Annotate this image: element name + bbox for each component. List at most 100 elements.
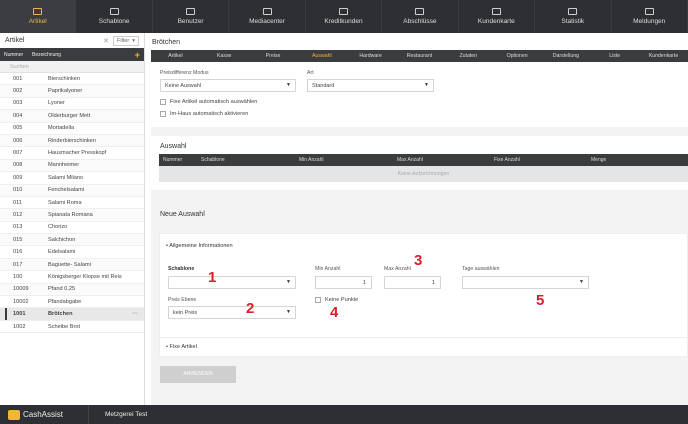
marker-1: 1 <box>208 269 217 286</box>
store-name[interactable]: Metzgerei Test <box>88 405 147 424</box>
nav-label: Schablone <box>98 18 130 25</box>
list-item[interactable]: 001 Bierschinken <box>0 73 144 86</box>
checkbox-box <box>160 99 166 105</box>
tab-preise[interactable]: Preise <box>249 50 298 62</box>
tab-kasse[interactable]: Kasse <box>200 50 249 62</box>
list-item[interactable]: 009 Salami Milano <box>0 172 144 185</box>
list-item[interactable]: 013 Chorizo <box>0 222 144 235</box>
th-min: Min Anzahl <box>299 157 324 163</box>
keine-punkte-label: Keine Punkte <box>325 297 359 303</box>
nav-schablone[interactable]: Schablone <box>76 0 153 33</box>
item-name: Pfand 0,25 <box>48 286 76 293</box>
tab-artikel[interactable]: Artikel <box>151 50 200 62</box>
list-item[interactable]: 003 Lyoner <box>0 98 144 111</box>
nav-artikel[interactable]: Artikel <box>0 0 77 33</box>
list-item[interactable]: 012 Spianata Romana <box>0 209 144 222</box>
add-article-icon[interactable]: + <box>135 50 140 60</box>
item-name: Scheibe Brot <box>48 323 81 330</box>
nav-label: Kreditkunden <box>324 18 363 25</box>
nav-benutzer[interactable]: Benutzer <box>153 0 230 33</box>
list-item[interactable]: 017 Baguette- Salami <box>0 258 144 272</box>
max-input[interactable]: 1 <box>384 276 441 289</box>
fixe-auto-label: Fixe Artikel automatisch auswählen <box>170 99 258 105</box>
preisdiff-value: Keine Auswahl <box>165 83 202 89</box>
tab-kundenkarte[interactable]: Kundenkarte <box>639 50 688 62</box>
tab-hardware[interactable]: Hardware <box>346 50 395 62</box>
min-label: Min Anzahl <box>315 266 341 272</box>
chevron-down-icon: ▼ <box>579 279 584 285</box>
item-name: Lyoner <box>48 100 65 107</box>
tab-restaurant[interactable]: Restaurant <box>395 50 444 62</box>
keine-punkte-checkbox[interactable]: Keine Punkte <box>315 297 358 303</box>
nav-label: Artikel <box>28 18 47 25</box>
list-item[interactable]: 006 Rinderbierschinken <box>0 134 144 148</box>
tage-select[interactable]: ▼ <box>462 276 589 289</box>
list-item[interactable]: 100 Königsberger Klopse mit Reis <box>0 271 144 284</box>
mail-icon <box>644 8 654 15</box>
nav-statistik[interactable]: Statistik <box>535 0 612 33</box>
list-column-header: Nummer Bezeichnung + <box>0 48 144 61</box>
list-item[interactable]: 10002 Pfandabgabe <box>0 296 144 309</box>
apply-button[interactable]: ANWENDEN <box>160 366 236 383</box>
item-number: 10002 <box>13 298 29 305</box>
item-number: 010 <box>13 187 23 194</box>
marker-2: 2 <box>246 300 255 317</box>
nav-kundenkarte[interactable]: Kundenkarte <box>459 0 536 33</box>
more-options-icon[interactable]: ··· <box>132 311 138 317</box>
list-item[interactable]: 007 Hausmacher Presskopf <box>0 147 144 160</box>
item-number: 015 <box>13 236 23 243</box>
list-item[interactable]: 010 Fenchelsalami <box>0 184 144 197</box>
item-name: Paprikalyoner <box>48 88 83 95</box>
preisdiff-select[interactable]: Keine Auswahl ▼ <box>160 79 296 92</box>
checkbox-box <box>315 297 321 303</box>
box-icon <box>33 8 43 15</box>
fixe-auto-checkbox[interactable]: Fixe Artikel automatisch auswählen <box>160 99 257 105</box>
art-select[interactable]: Standard ▼ <box>307 79 434 92</box>
list-item[interactable]: 011 Salami Roma <box>0 197 144 210</box>
tage-label: Tage auswählen <box>462 266 500 272</box>
clear-filter-icon[interactable]: ✕ <box>103 37 109 45</box>
chevron-down-icon: ▼ <box>286 279 291 285</box>
credit-icon <box>338 8 348 15</box>
nav-label: Statistik <box>561 18 585 25</box>
item-number: 007 <box>13 150 23 157</box>
user-icon <box>186 8 196 15</box>
nav-meldungen[interactable]: Meldungen <box>612 0 688 33</box>
nav-kreditkunden[interactable]: Kreditkunden <box>306 0 383 33</box>
nav-mediacenter[interactable]: Mediacenter <box>229 0 306 33</box>
fixe-artikel-toggle[interactable]: • Fixe Artikel <box>166 344 197 350</box>
allg-info-toggle[interactable]: • Allgemeine Informationen <box>166 243 233 249</box>
nav-abschlüsse[interactable]: Abschlüsse <box>382 0 459 33</box>
search-input[interactable]: Suchen <box>0 61 144 73</box>
item-number: 008 <box>13 162 23 169</box>
schablone-select[interactable]: ▼ <box>168 276 296 289</box>
tab-darstellung[interactable]: Darstellung <box>542 50 591 62</box>
tab-zutaten[interactable]: Zutaten <box>444 50 493 62</box>
list-item[interactable]: 004 Olderburger Mett <box>0 110 144 123</box>
preis-ebene-select[interactable]: kein Preis ▼ <box>168 306 296 319</box>
item-number: 016 <box>13 249 23 256</box>
list-item[interactable]: 005 Mortadella <box>0 123 144 135</box>
tab-optionen[interactable]: Optionen <box>493 50 542 62</box>
list-item[interactable]: 1001 Brötchen ··· <box>0 308 144 321</box>
detail-tabs: Artikel Kasse Preise Auswahl Hardware Restaur… <box>151 50 688 62</box>
list-item[interactable]: 015 Salchichon <box>0 234 144 247</box>
item-number: 013 <box>13 224 23 231</box>
page-title: Brötchen <box>152 39 181 46</box>
item-name: Edelsalami <box>48 249 76 256</box>
card-icon <box>491 8 501 15</box>
tab-liste[interactable]: Liste <box>590 50 639 62</box>
filter-dropdown[interactable]: Filter ▾ <box>113 35 139 46</box>
min-input[interactable]: 1 <box>315 276 372 289</box>
item-name: Baguette- Salami <box>48 261 91 268</box>
imhaus-auto-checkbox[interactable]: Im-Haus automatisch aktivieren <box>160 111 248 117</box>
list-item[interactable]: 008 Mannheimer <box>0 159 144 173</box>
th-schablone: Schablone <box>201 157 225 163</box>
art-label: Art <box>307 70 314 76</box>
item-name: Fenchelsalami <box>48 187 85 194</box>
list-item[interactable]: 002 Paprikalyoner <box>0 85 144 98</box>
list-item[interactable]: 016 Edelsalami <box>0 246 144 259</box>
tab-auswahl[interactable]: Auswahl <box>297 50 346 62</box>
list-item[interactable]: 1002 Scheibe Brot <box>0 321 144 334</box>
list-item[interactable]: 10009 Pfand 0,25 <box>0 283 144 297</box>
